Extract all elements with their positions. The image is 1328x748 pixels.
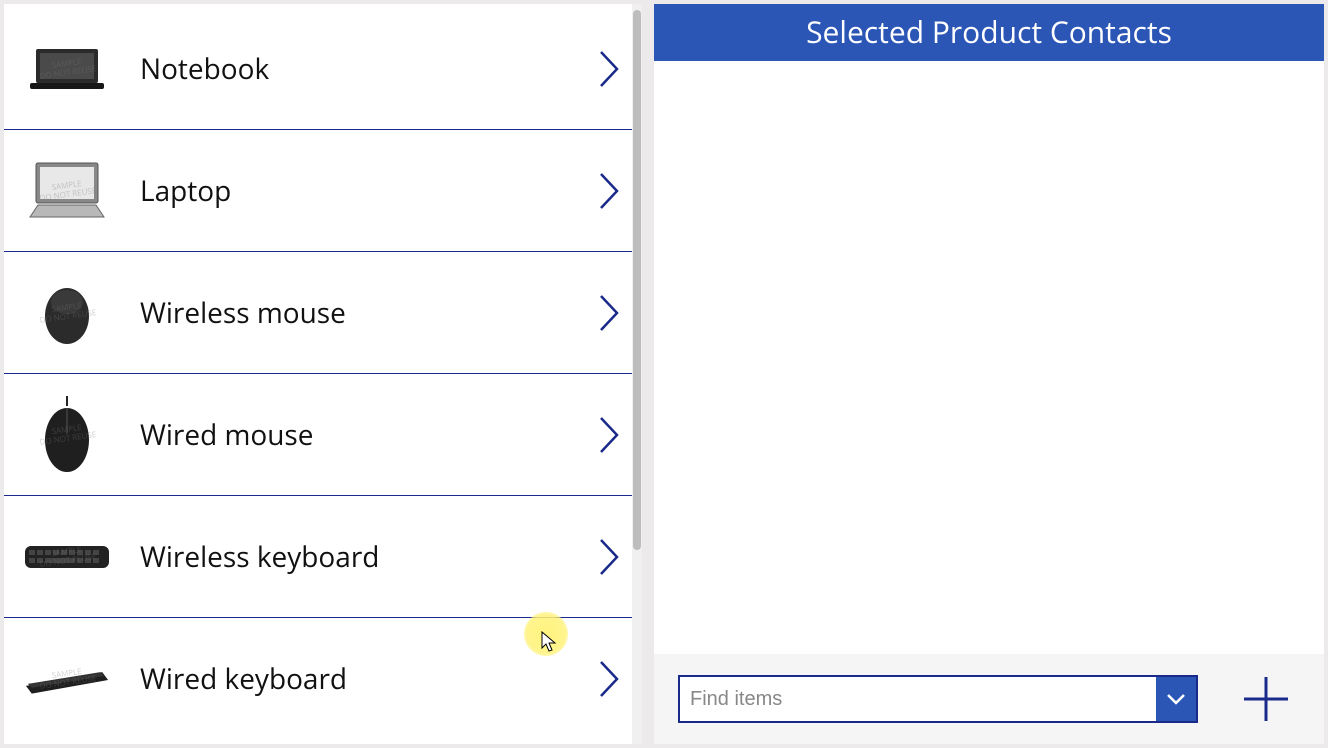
- app-root: SAMPLEDO NOT REUSE Notebook SAMPLEDO NOT…: [0, 0, 1328, 748]
- contacts-footer: [654, 654, 1324, 744]
- product-image-wireless-keyboard: SAMPLEDO NOT REUSE: [22, 512, 112, 602]
- chevron-right-icon: [592, 166, 626, 216]
- product-title: Laptop: [112, 172, 592, 210]
- find-items-combo[interactable]: [678, 675, 1198, 723]
- product-item-notebook[interactable]: SAMPLEDO NOT REUSE Notebook: [4, 8, 642, 130]
- product-item-wired-keyboard[interactable]: SAMPLEDO NOT REUSE Wired keyboard: [4, 618, 642, 740]
- contacts-panel-title: Selected Product Contacts: [654, 4, 1324, 61]
- add-button[interactable]: [1238, 671, 1294, 727]
- product-item-wireless-mouse[interactable]: SAMPLEDO NOT REUSE Wireless mouse: [4, 252, 642, 374]
- left-scrollbar[interactable]: [632, 4, 642, 744]
- find-items-input[interactable]: [680, 677, 1156, 721]
- product-image-wired-mouse: SAMPLEDO NOT REUSE: [22, 390, 112, 480]
- chevron-right-icon: [592, 654, 626, 704]
- product-title: Wireless keyboard: [112, 538, 592, 576]
- product-image-laptop: SAMPLEDO NOT REUSE: [22, 146, 112, 236]
- contacts-body: [654, 61, 1324, 654]
- chevron-right-icon: [592, 288, 626, 338]
- product-title: Wireless mouse: [112, 294, 592, 332]
- find-items-dropdown-button[interactable]: [1156, 677, 1196, 721]
- product-image-wired-keyboard: SAMPLEDO NOT REUSE: [22, 634, 112, 724]
- chevron-right-icon: [592, 410, 626, 460]
- product-list[interactable]: SAMPLEDO NOT REUSE Notebook SAMPLEDO NOT…: [4, 4, 642, 744]
- product-item-laptop[interactable]: SAMPLEDO NOT REUSE Laptop: [4, 130, 642, 252]
- chevron-right-icon: [592, 532, 626, 582]
- product-item-wireless-keyboard[interactable]: SAMPLEDO NOT REUSE Wireless keyboard: [4, 496, 642, 618]
- chevron-right-icon: [592, 44, 626, 94]
- left-scrollthumb[interactable]: [633, 10, 641, 550]
- chevron-down-icon: [1165, 690, 1187, 708]
- product-title: Wired keyboard: [112, 660, 592, 698]
- product-image-wireless-mouse: SAMPLEDO NOT REUSE: [22, 268, 112, 358]
- product-item-wired-mouse[interactable]: SAMPLEDO NOT REUSE Wired mouse: [4, 374, 642, 496]
- product-title: Notebook: [112, 50, 592, 88]
- plus-icon: [1240, 673, 1292, 725]
- contacts-panel: Selected Product Contacts: [654, 4, 1324, 744]
- product-image-notebook: SAMPLEDO NOT REUSE: [22, 24, 112, 114]
- product-list-panel: SAMPLEDO NOT REUSE Notebook SAMPLEDO NOT…: [4, 4, 642, 744]
- product-title: Wired mouse: [112, 416, 592, 454]
